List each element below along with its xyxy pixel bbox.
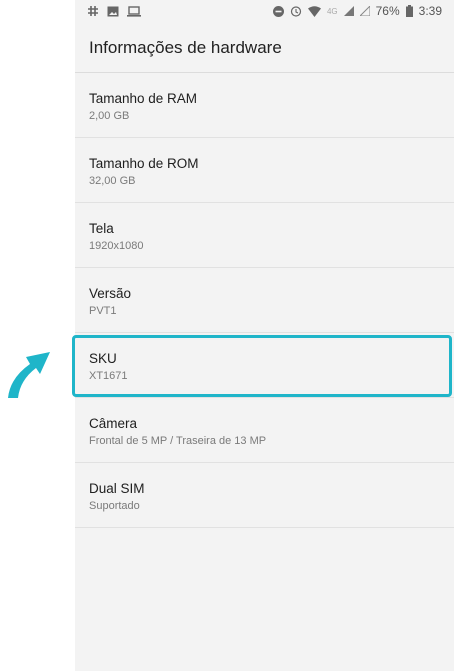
item-title: Tamanho de ROM xyxy=(89,156,199,171)
list-item-ram[interactable]: Tamanho de RAM 2,00 GB xyxy=(75,73,454,138)
item-title: Tamanho de RAM xyxy=(89,91,198,106)
item-title: Câmera xyxy=(89,416,138,431)
clock-time: 3:39 xyxy=(418,4,442,18)
pointer-arrow-icon xyxy=(0,338,52,400)
hashtag-notification-icon xyxy=(87,5,99,17)
list-item-dual-sim[interactable]: Dual SIM Suportado xyxy=(75,463,454,528)
do-not-disturb-icon xyxy=(272,5,284,17)
item-title: Versão xyxy=(89,286,132,301)
item-value: Suportado xyxy=(89,500,140,512)
wifi-icon xyxy=(307,5,321,17)
item-value: 32,00 GB xyxy=(89,175,136,187)
page-title: Informações de hardware xyxy=(75,24,454,73)
signal-2-icon xyxy=(359,6,370,16)
list-item-version[interactable]: Versão PVT1 xyxy=(75,268,454,333)
list-item-rom[interactable]: Tamanho de ROM 32,00 GB xyxy=(75,138,454,203)
highlight-box xyxy=(72,335,452,397)
item-value: 1920x1080 xyxy=(89,240,144,252)
item-title: Tela xyxy=(89,221,114,236)
laptop-notification-icon xyxy=(127,5,141,17)
battery-percent: 76% xyxy=(375,4,400,18)
signal-icon xyxy=(343,6,354,16)
network-type-label: 4G xyxy=(326,6,338,16)
hardware-info-list: Tamanho de RAM 2,00 GB Tamanho de ROM 32… xyxy=(75,73,454,528)
image-notification-icon xyxy=(107,6,119,17)
item-value: PVT1 xyxy=(89,305,117,317)
item-value: Frontal de 5 MP / Traseira de 13 MP xyxy=(89,435,267,447)
status-bar: 4G 76% 3:39 xyxy=(75,0,454,24)
list-item-screen[interactable]: Tela 1920x1080 xyxy=(75,203,454,268)
item-value: 2,00 GB xyxy=(89,110,130,122)
alarm-icon xyxy=(290,5,302,17)
battery-icon xyxy=(405,5,413,17)
list-item-camera[interactable]: Câmera Frontal de 5 MP / Traseira de 13 … xyxy=(75,398,454,463)
item-title: Dual SIM xyxy=(89,481,145,496)
